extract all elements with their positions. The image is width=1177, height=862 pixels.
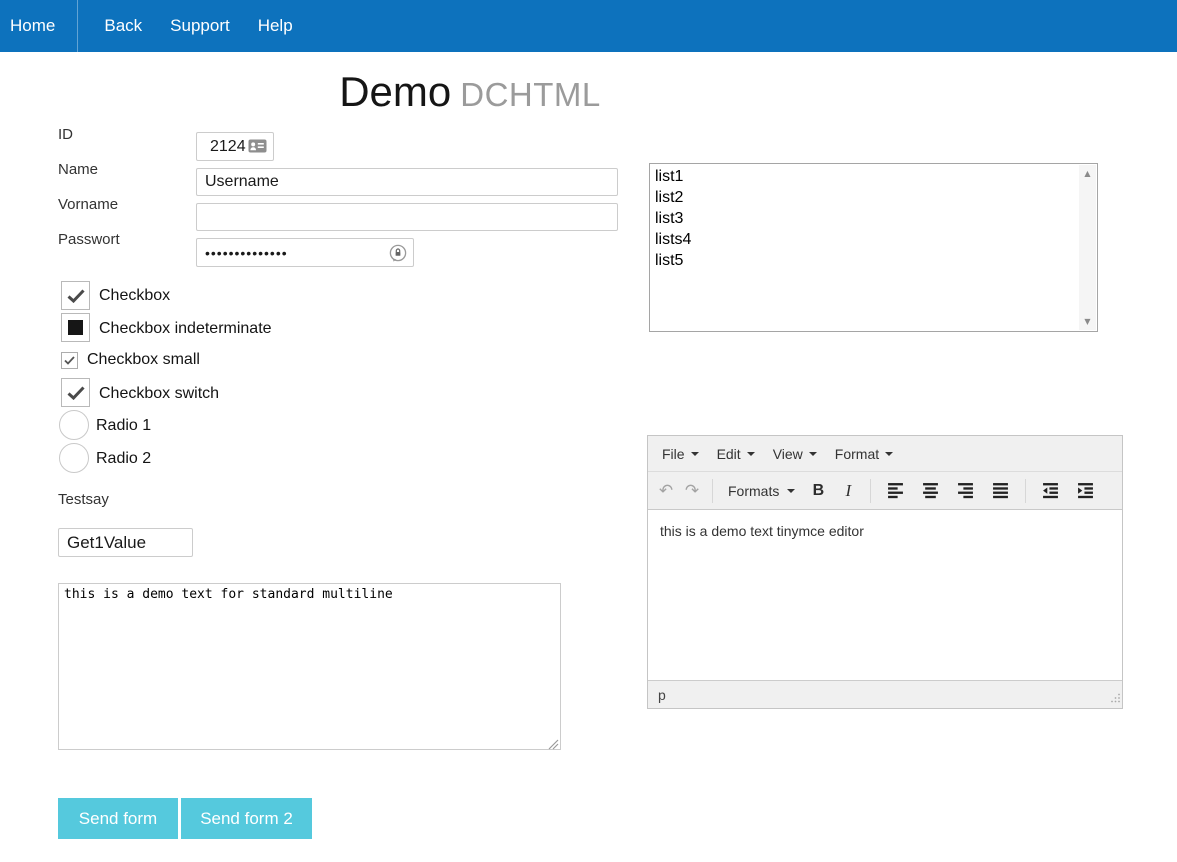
chevron-down-icon: [787, 489, 795, 493]
radio-1-label: Radio 1: [96, 417, 151, 435]
checkbox-label: Checkbox: [99, 287, 170, 305]
redo-icon[interactable]: ↷: [679, 477, 705, 505]
nav-item-support[interactable]: Support: [156, 0, 244, 52]
radio-2-label: Radio 2: [96, 450, 151, 468]
multiline-textarea[interactable]: this is a demo text for standard multili…: [58, 583, 561, 750]
passwort-input[interactable]: [196, 238, 414, 267]
element-path[interactable]: p: [658, 687, 666, 703]
id-label: ID: [58, 126, 73, 143]
tinymce-editor: File Edit View Format ↶ ↷ Formats B I: [647, 435, 1123, 709]
navbar: Home Back Support Help: [0, 0, 1177, 52]
check-icon: [67, 386, 85, 400]
testsay-label: Testsay: [58, 491, 109, 508]
editor-statusbar: p: [648, 680, 1122, 708]
editor-content[interactable]: this is a demo text tinymce editor: [648, 510, 1122, 680]
checkbox-indeterminate-label: Checkbox indeterminate: [99, 320, 272, 338]
checkbox-indeterminate[interactable]: [61, 313, 90, 342]
indeterminate-icon: [68, 320, 83, 335]
vorname-label: Vorname: [58, 196, 118, 213]
password-reveal-icon[interactable]: [388, 243, 408, 263]
align-left-icon[interactable]: [878, 477, 913, 505]
menu-edit[interactable]: Edit: [708, 439, 764, 469]
name-input[interactable]: [196, 168, 618, 196]
menu-format[interactable]: Format: [826, 439, 902, 469]
menu-file-label: File: [662, 446, 685, 462]
passwort-label: Passwort: [58, 231, 120, 248]
editor-menubar: File Edit View Format: [648, 436, 1122, 472]
italic-button[interactable]: I: [833, 477, 863, 505]
name-label: Name: [58, 161, 98, 178]
textarea-resize-grip[interactable]: [548, 737, 559, 755]
chevron-down-icon: [809, 452, 817, 456]
toolbar-separator: [870, 479, 871, 503]
outdent-icon[interactable]: [1033, 477, 1068, 505]
menu-view-label: View: [773, 446, 803, 462]
checkbox-switch-label: Checkbox switch: [99, 385, 219, 403]
list-item[interactable]: list1: [651, 166, 1078, 187]
toolbar-separator: [712, 479, 713, 503]
checkbox[interactable]: [61, 281, 90, 310]
editor-resize-grip[interactable]: [1110, 690, 1120, 706]
align-right-icon[interactable]: [948, 477, 983, 505]
menu-view[interactable]: View: [764, 439, 826, 469]
list-item[interactable]: list3: [651, 208, 1078, 229]
checkbox-small[interactable]: [61, 352, 78, 369]
align-center-icon[interactable]: [913, 477, 948, 505]
listbox-items: list1 list2 list3 lists4 list5: [651, 166, 1078, 330]
page: Home Back Support Help DemoDCHTML ID Nam…: [0, 0, 1177, 862]
undo-icon[interactable]: ↶: [653, 477, 679, 505]
checkbox-small-label: Checkbox small: [87, 351, 200, 369]
scroll-up-icon[interactable]: ▲: [1079, 165, 1096, 182]
indent-icon[interactable]: [1068, 477, 1103, 505]
bold-button[interactable]: B: [803, 477, 833, 505]
menu-edit-label: Edit: [717, 446, 741, 462]
formats-label: Formats: [728, 483, 779, 499]
list-item[interactable]: list2: [651, 187, 1078, 208]
list-item[interactable]: list5: [651, 250, 1078, 271]
listbox-scrollbar[interactable]: ▲ ▼: [1079, 165, 1096, 330]
testsay-input[interactable]: [58, 528, 193, 557]
page-title: DemoDCHTML: [0, 68, 940, 116]
listbox[interactable]: list1 list2 list3 lists4 list5 ▲ ▼: [649, 163, 1098, 332]
chevron-down-icon: [691, 452, 699, 456]
check-icon: [67, 289, 85, 303]
radio-1[interactable]: [59, 410, 89, 440]
nav-item-home[interactable]: Home: [0, 0, 78, 52]
editor-toolbar: ↶ ↷ Formats B I: [648, 472, 1122, 510]
formats-dropdown[interactable]: Formats: [720, 483, 803, 499]
align-justify-icon[interactable]: [983, 477, 1018, 505]
send-form-2-button[interactable]: Send form 2: [181, 798, 312, 839]
chevron-down-icon: [747, 452, 755, 456]
nav-item-back[interactable]: Back: [90, 0, 156, 52]
nav-item-help[interactable]: Help: [244, 0, 307, 52]
send-form-button[interactable]: Send form: [58, 798, 178, 839]
checkbox-switch[interactable]: [61, 378, 90, 407]
check-icon: [64, 356, 75, 365]
chevron-down-icon: [885, 452, 893, 456]
menu-format-label: Format: [835, 446, 879, 462]
vorname-input[interactable]: [196, 203, 618, 231]
radio-2[interactable]: [59, 443, 89, 473]
menu-file[interactable]: File: [653, 439, 708, 469]
contact-card-icon[interactable]: [248, 139, 267, 153]
page-title-main: Demo: [339, 68, 451, 115]
list-item[interactable]: lists4: [651, 229, 1078, 250]
page-title-sub: DCHTML: [460, 76, 601, 113]
scroll-down-icon[interactable]: ▼: [1079, 313, 1096, 330]
toolbar-separator: [1025, 479, 1026, 503]
